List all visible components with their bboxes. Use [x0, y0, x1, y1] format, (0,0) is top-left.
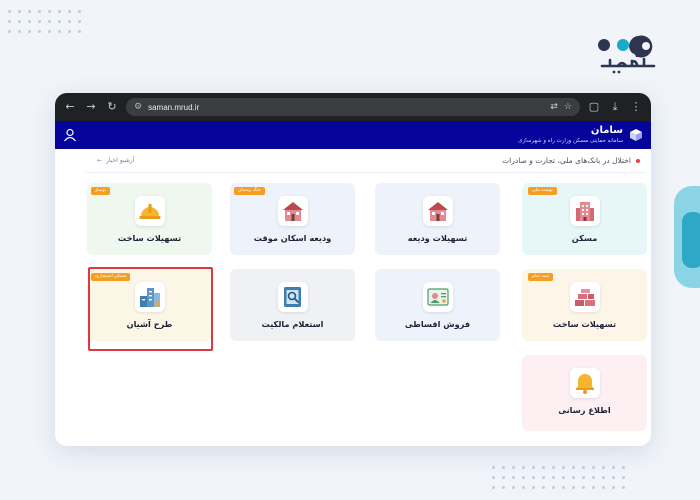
house-icon	[282, 202, 303, 221]
card-badge: نوساز	[91, 187, 110, 195]
forward-icon[interactable]: →	[84, 100, 98, 114]
arrow-left-icon: ←	[97, 157, 103, 164]
news-ticker[interactable]: ← آرشیو اخبار اختلال در بانک‌های ملی، تج…	[85, 149, 646, 173]
extensions-icon[interactable]: ▢	[587, 100, 601, 114]
menu-icon[interactable]: ⋮	[629, 100, 643, 114]
page-content: ← آرشیو اخبار اختلال در بانک‌های ملی، تج…	[55, 149, 651, 446]
service-card-construction-unfinished[interactable]: نیمه تمام تسهیلات ساخت	[522, 269, 647, 341]
service-card-notifications[interactable]: اطلاع رسانی	[522, 355, 647, 431]
service-card-construction-new[interactable]: نوساز تسهیلات ساخت	[87, 183, 212, 255]
site-subtitle: سامانه حمایتی مسکن وزارت راه و شهرسازی	[518, 138, 623, 144]
reload-icon[interactable]: ↻	[105, 100, 119, 114]
service-card-ownership-inquiry[interactable]: استعلام مالکیت	[230, 269, 355, 341]
decorative-shape	[682, 212, 700, 268]
alert-dot	[636, 158, 640, 163]
news-item[interactable]: اختلال در بانک‌های ملی، تجارت و صادرات	[502, 156, 640, 165]
bricks-icon	[574, 289, 595, 306]
cube-icon	[630, 129, 642, 141]
decorative-dots	[8, 10, 81, 33]
address-bar[interactable]: ⚙ saman.mrud.ir ⇄ ☆	[126, 98, 580, 116]
back-icon[interactable]: ←	[63, 100, 77, 114]
card-badge: نهضت ملی	[528, 187, 557, 195]
card-badge: نیمه تمام	[528, 273, 554, 281]
certificate-icon	[426, 288, 449, 306]
browser-toolbar: ← → ↻ ⚙ saman.mrud.ir ⇄ ☆ ▢ ⤓ ⋮	[55, 93, 651, 121]
site-header: سامان سامانه حمایتی مسکن وزارت راه و شهر…	[55, 121, 651, 149]
search-doc-icon	[283, 287, 301, 307]
house-icon	[427, 202, 448, 221]
service-card-installment-sale[interactable]: فروش اقساطی	[375, 269, 500, 341]
user-icon[interactable]	[63, 128, 77, 142]
decorative-dots	[492, 466, 625, 489]
bookmark-star-icon[interactable]: ☆	[564, 102, 572, 112]
building-icon	[575, 202, 594, 221]
service-card-deposit-loan[interactable]: تسهیلات ودیعه	[375, 183, 500, 255]
helmet-icon	[139, 204, 160, 219]
site-info-icon[interactable]: ⚙	[134, 102, 142, 112]
download-icon[interactable]: ⤓	[608, 100, 622, 114]
bell-icon	[575, 374, 594, 394]
url-text[interactable]: saman.mrud.ir	[148, 103, 544, 112]
browser-window: ← → ↻ ⚙ saman.mrud.ir ⇄ ☆ ▢ ⤓ ⋮ سامان سا…	[55, 93, 651, 446]
site-title: سامان	[590, 125, 623, 136]
card-badge: جنگ رمضان	[234, 187, 265, 195]
translate-icon[interactable]: ⇄	[550, 102, 558, 112]
service-card-temp-housing[interactable]: جنگ رمضان ودیعه اسکان موقت	[230, 183, 355, 255]
highlight-box	[88, 267, 213, 351]
service-card-maskan[interactable]: نهضت ملی مسکن	[522, 183, 647, 255]
news-archive-link[interactable]: ← آرشیو اخبار	[97, 157, 134, 164]
brand-logo	[596, 32, 666, 76]
site-logo[interactable]: سامان سامانه حمایتی مسکن وزارت راه و شهر…	[518, 125, 643, 145]
